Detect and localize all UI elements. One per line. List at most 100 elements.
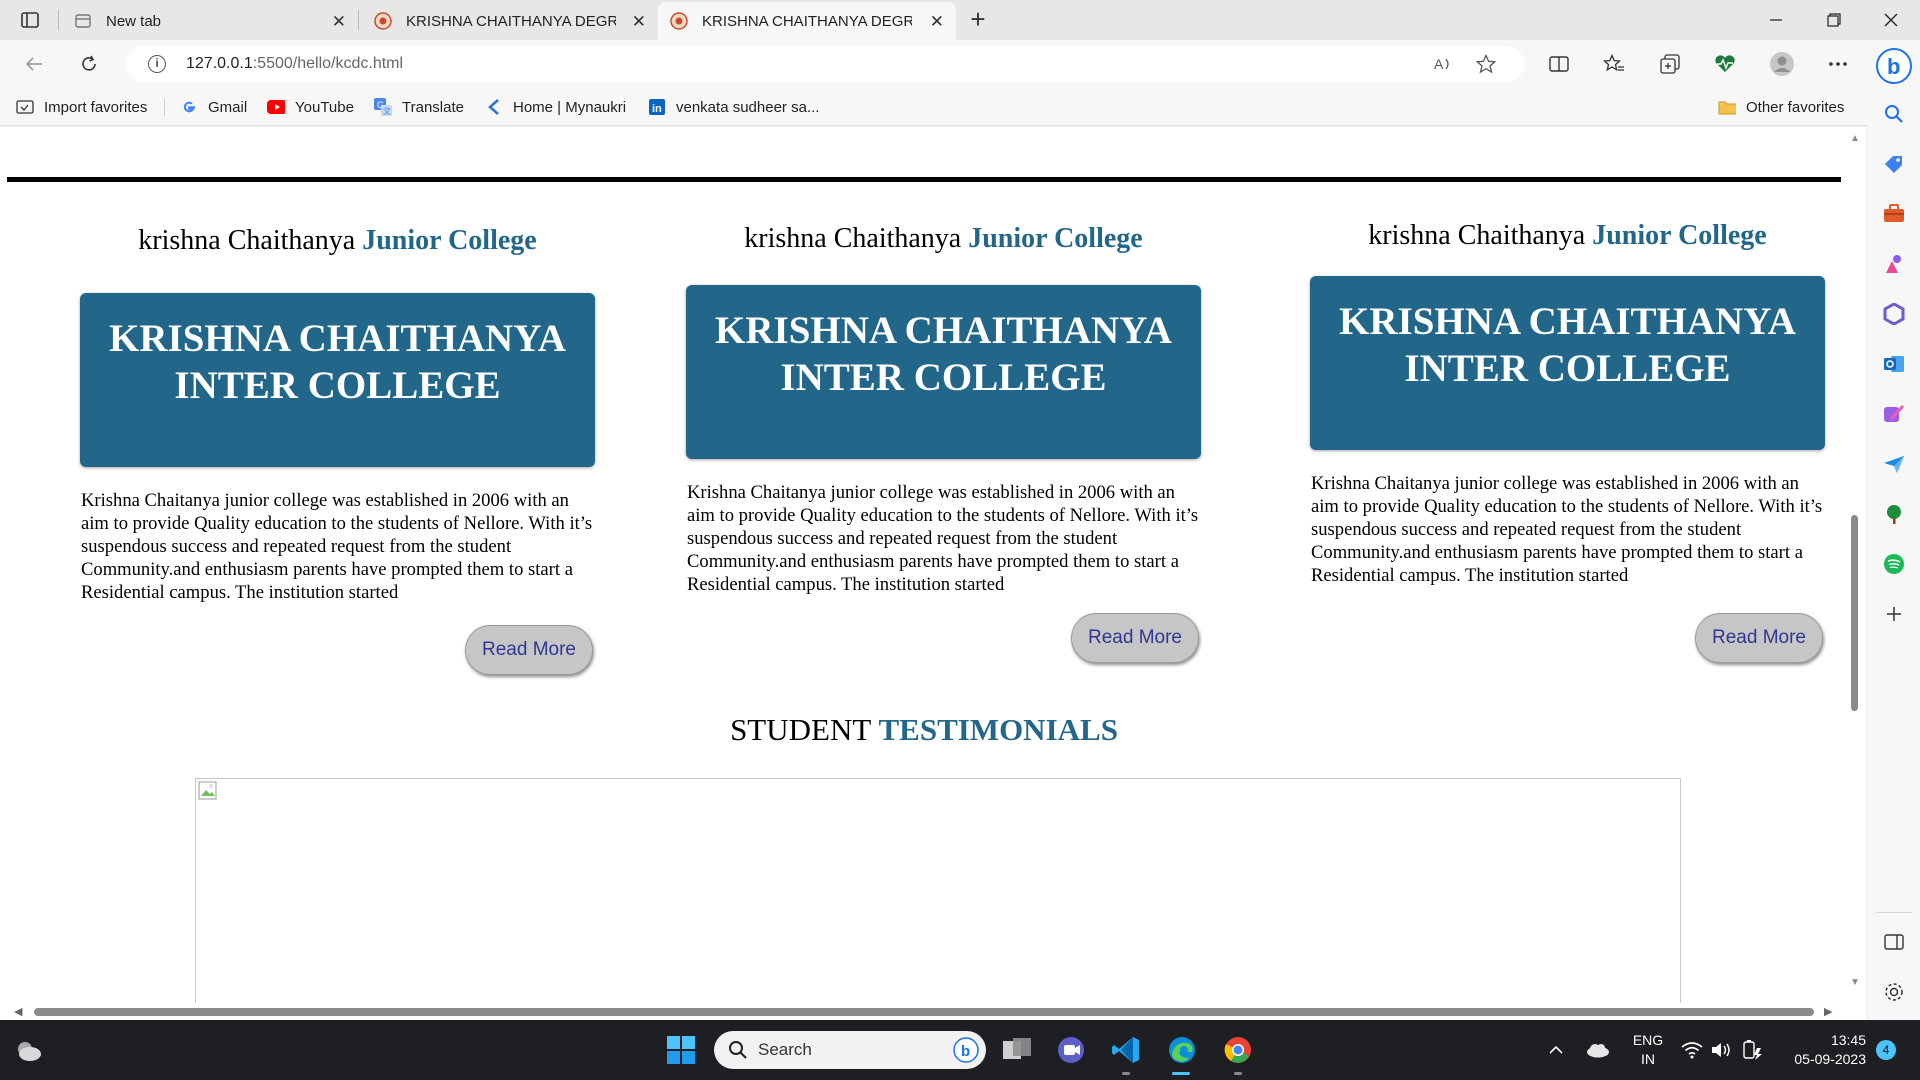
url-host: 127.0.0.1 bbox=[186, 55, 253, 72]
restore-icon[interactable] bbox=[1805, 0, 1863, 40]
more-options-icon[interactable] bbox=[1822, 50, 1854, 78]
settings-gear-icon[interactable] bbox=[1882, 980, 1906, 1004]
close-window-icon[interactable] bbox=[1862, 0, 1920, 40]
import-icon bbox=[16, 98, 34, 116]
url-text[interactable]: 127.0.0.1:5500/hello/kcdc.html bbox=[186, 55, 403, 73]
svg-text:b: b bbox=[1887, 54, 1900, 79]
minimize-icon[interactable] bbox=[1747, 0, 1805, 40]
college-title-box: KRISHNA CHAITHANYA INTER COLLEGE bbox=[80, 293, 595, 467]
scroll-down-icon[interactable]: ▼ bbox=[1850, 977, 1860, 988]
windows-taskbar: Search b ENG IN 13:45 05-09-2023 4 bbox=[0, 1020, 1920, 1080]
weather-icon[interactable] bbox=[12, 1034, 44, 1066]
back-icon[interactable] bbox=[18, 50, 50, 78]
site-info-icon[interactable]: i bbox=[148, 55, 166, 73]
favorite-star-icon[interactable] bbox=[1474, 53, 1498, 75]
shopping-tag-icon[interactable] bbox=[1882, 152, 1906, 176]
close-tab-icon[interactable]: ✕ bbox=[930, 12, 944, 32]
horizontal-divider bbox=[7, 177, 1841, 182]
teams-chat-icon[interactable] bbox=[1055, 1034, 1087, 1066]
show-hidden-icons-chevron-icon[interactable] bbox=[1540, 1034, 1572, 1066]
heading-plain: krishna Chaithanya bbox=[744, 223, 969, 254]
college-title-box: KRISHNA CHAITHANYA INTER COLLEGE bbox=[686, 285, 1201, 459]
send-icon[interactable] bbox=[1882, 452, 1906, 476]
read-aloud-icon[interactable]: A bbox=[1432, 53, 1456, 75]
heading-accent: Junior College bbox=[968, 223, 1143, 254]
broken-image-icon bbox=[198, 781, 218, 801]
designer-icon[interactable] bbox=[1882, 402, 1906, 426]
add-icon[interactable] bbox=[1882, 602, 1906, 626]
task-view-icon[interactable] bbox=[1001, 1034, 1033, 1066]
wifi-icon[interactable] bbox=[1676, 1034, 1708, 1066]
vertical-scrollbar[interactable]: ▲ ▼ bbox=[1843, 127, 1866, 1020]
read-more-button[interactable]: Read More bbox=[1695, 613, 1823, 663]
collections-icon[interactable] bbox=[1654, 50, 1686, 78]
browser-toolbar: i 127.0.0.1:5500/hello/kcdc.html A bbox=[0, 40, 1880, 88]
tab-label: New tab bbox=[106, 12, 162, 30]
heading-plain: krishna Chaithanya bbox=[1368, 220, 1593, 251]
address-bar[interactable]: i 127.0.0.1:5500/hello/kcdc.html A bbox=[126, 46, 1524, 82]
tree-icon[interactable] bbox=[1882, 502, 1906, 526]
split-screen-icon[interactable] bbox=[1543, 50, 1575, 78]
hide-sidebar-icon[interactable] bbox=[1882, 930, 1906, 954]
scrollbar-thumb[interactable] bbox=[34, 1008, 1814, 1016]
college-description: Krishna Chaitanya junior college was est… bbox=[1311, 473, 1823, 586]
refresh-icon[interactable] bbox=[73, 50, 105, 78]
fav-label: Import favorites bbox=[44, 98, 148, 116]
chrome-icon[interactable] bbox=[1222, 1034, 1254, 1066]
search-placeholder: Search bbox=[758, 1040, 812, 1059]
close-tab-icon[interactable]: ✕ bbox=[332, 12, 346, 32]
edge-icon[interactable] bbox=[1166, 1034, 1198, 1066]
new-tab-button[interactable]: + bbox=[963, 6, 993, 34]
heading-plain: krishna Chaithanya bbox=[138, 225, 363, 256]
fav-import-favorites[interactable]: Import favorites bbox=[16, 96, 147, 118]
fav-label: YouTube bbox=[295, 98, 354, 116]
svg-text:b: b bbox=[961, 1043, 970, 1060]
page-viewport: krishna Chaithanya Junior College KRISHN… bbox=[0, 127, 1866, 1020]
scroll-right-icon[interactable]: ▶ bbox=[1824, 1005, 1832, 1018]
edge-sidebar: b bbox=[1868, 40, 1920, 1020]
microsoft-365-icon[interactable] bbox=[1882, 302, 1906, 326]
search-icon[interactable] bbox=[1882, 102, 1906, 126]
fav-translate[interactable]: G文 Translate bbox=[374, 96, 464, 118]
tab-kcdc-active[interactable]: KRISHNA CHAITHANYA DEGREE C ✕ bbox=[658, 2, 956, 40]
tab-kcdc-1[interactable]: KRISHNA CHAITHANYA DEGREE C ✕ bbox=[362, 2, 658, 40]
college-title-box: KRISHNA CHAITHANYA INTER COLLEGE bbox=[1310, 276, 1825, 450]
fav-gmail[interactable]: Gmail bbox=[180, 96, 247, 118]
extension-heartbeat-icon[interactable] bbox=[1709, 50, 1741, 78]
notification-badge[interactable]: 4 bbox=[1876, 1040, 1896, 1060]
language-indicator[interactable]: ENG IN bbox=[1628, 1031, 1668, 1069]
fav-other-favorites[interactable]: Other favorites bbox=[1718, 96, 1844, 118]
horizontal-scrollbar[interactable]: ◀ ▶ bbox=[0, 1003, 1866, 1020]
scroll-up-icon[interactable]: ▲ bbox=[1850, 133, 1860, 144]
scroll-left-icon[interactable]: ◀ bbox=[14, 1005, 22, 1018]
profile-avatar-icon[interactable] bbox=[1766, 50, 1798, 78]
google-icon bbox=[180, 98, 198, 116]
battery-icon[interactable] bbox=[1736, 1034, 1768, 1066]
bing-copilot-icon[interactable]: b bbox=[1876, 48, 1912, 84]
tools-briefcase-icon[interactable] bbox=[1882, 202, 1906, 226]
onedrive-cloud-icon[interactable] bbox=[1582, 1034, 1614, 1066]
clock-date: 05-09-2023 bbox=[1794, 1051, 1866, 1067]
tab-new-tab[interactable]: New tab ✕ bbox=[62, 2, 358, 40]
read-more-button[interactable]: Read More bbox=[465, 625, 593, 675]
fav-youtube[interactable]: YouTube bbox=[267, 96, 354, 118]
clock[interactable]: 13:45 05-09-2023 bbox=[1776, 1031, 1866, 1069]
close-tab-icon[interactable]: ✕ bbox=[632, 12, 646, 32]
outlook-icon[interactable] bbox=[1882, 352, 1906, 376]
scrollbar-thumb[interactable] bbox=[1851, 515, 1858, 711]
fav-label: Gmail bbox=[208, 98, 248, 116]
fav-linkedin[interactable]: in venkata sudheer sa... bbox=[648, 96, 819, 118]
site-favicon-icon bbox=[670, 12, 688, 30]
windows-start-icon[interactable] bbox=[665, 1034, 697, 1066]
read-more-button[interactable]: Read More bbox=[1071, 613, 1199, 663]
svg-text:A: A bbox=[1434, 56, 1444, 72]
vscode-icon[interactable] bbox=[1110, 1034, 1142, 1066]
favorites-icon[interactable] bbox=[1598, 50, 1630, 78]
fav-mynaukri[interactable]: Home | Mynaukri bbox=[485, 96, 626, 118]
tab-actions-icon[interactable] bbox=[12, 8, 48, 32]
spotify-icon[interactable] bbox=[1882, 552, 1906, 576]
translate-icon: G文 bbox=[374, 98, 392, 116]
volume-icon[interactable] bbox=[1706, 1034, 1738, 1066]
games-icon[interactable] bbox=[1882, 252, 1906, 276]
taskbar-search[interactable]: Search b bbox=[714, 1031, 986, 1069]
